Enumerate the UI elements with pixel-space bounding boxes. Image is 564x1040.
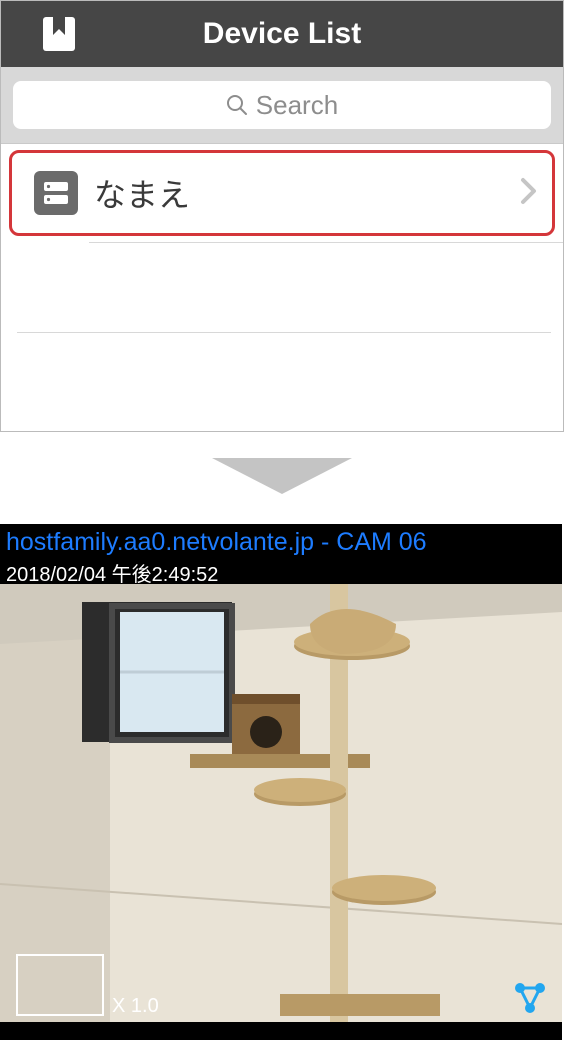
device-list: なまえ [1,150,563,431]
header-bar: Device List [1,1,563,67]
search-placeholder: Search [256,90,338,121]
search-bar-container: Search [1,67,563,144]
flow-arrow [0,432,564,524]
device-icon [34,171,78,215]
empty-row [17,333,551,423]
arrow-down-icon [212,458,352,494]
page-title: Device List [1,17,563,51]
bookmark-icon[interactable] [39,13,79,55]
device-label: なまえ [94,170,190,216]
zoom-viewport-box [16,954,104,1016]
zoom-level-label: X 1.0 [112,995,159,1018]
device-list-screen: Device List Search なまえ [0,0,564,432]
chevron-right-icon [520,177,538,210]
search-icon [226,94,248,116]
search-input[interactable]: Search [13,81,551,129]
connection-icon [512,980,548,1016]
camera-timestamp: 2018/02/04 午後2:49:52 [6,558,218,587]
device-row[interactable]: なまえ [9,150,555,236]
empty-row [17,243,551,333]
camera-live-view[interactable]: hostfamily.aa0.netvolante.jp - CAM 06 20… [0,524,562,1040]
camera-title: hostfamily.aa0.netvolante.jp - CAM 06 [6,528,427,557]
